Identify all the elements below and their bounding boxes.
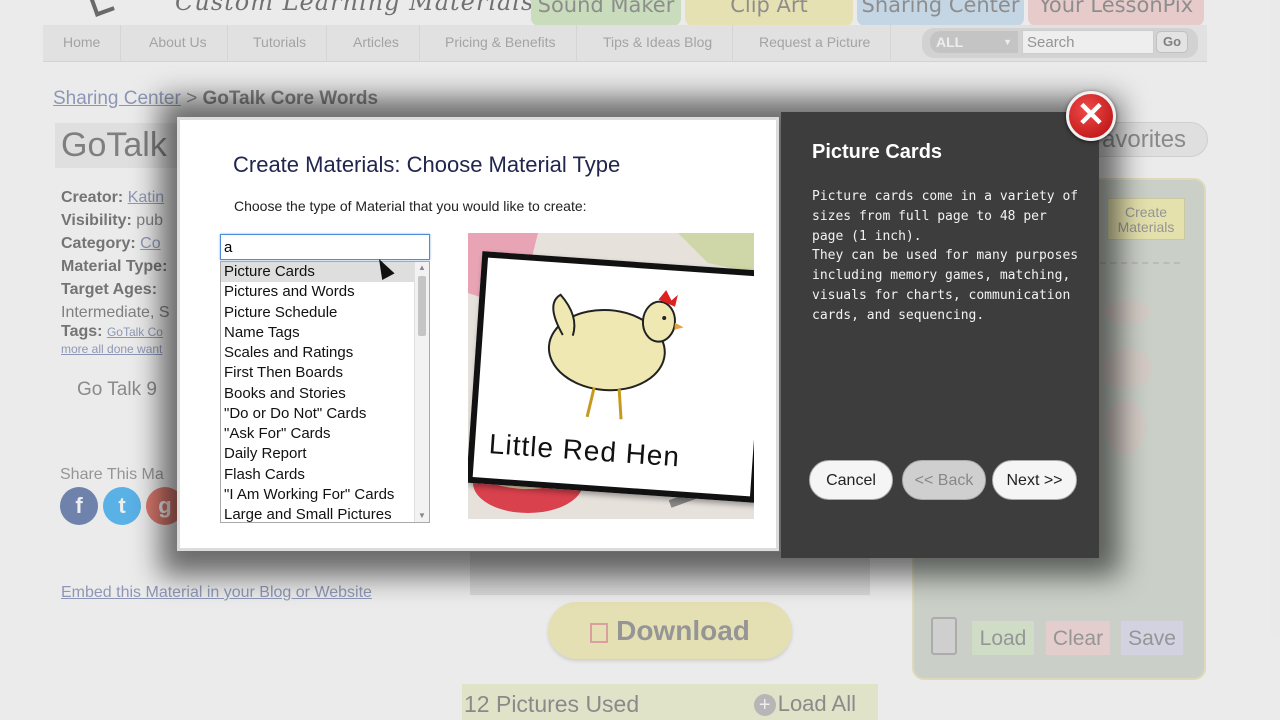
material-type-dialog: Create Materials: Choose Material Type C… [177,117,779,551]
material-type-filter-input[interactable] [220,234,430,260]
list-scrollbar[interactable]: ▲ ▼ [414,262,429,522]
dialog-title: Create Materials: Choose Material Type [233,152,621,177]
material-type-option[interactable]: "Do or Do Not" Cards [221,404,429,424]
material-type-option[interactable]: Daily Report [221,444,429,464]
material-type-option[interactable]: Pictures and Words [221,282,429,302]
material-type-option[interactable]: "Ask For" Cards [221,424,429,444]
material-type-option[interactable]: First Then Boards [221,363,429,383]
material-info-title: Picture Cards [812,141,943,163]
scroll-thumb[interactable] [418,276,426,336]
back-button[interactable]: << Back [902,460,986,500]
material-info-description: Picture cards come in a variety of sizes… [812,187,1082,326]
close-icon: ✕ [1076,96,1106,134]
scroll-up-icon[interactable]: ▲ [415,262,429,274]
material-preview-image: Little Red Hen [468,233,754,519]
next-button[interactable]: Next >> [992,460,1077,500]
hen-icon [547,290,684,420]
material-type-option[interactable]: Scales and Ratings [221,343,429,363]
material-type-option[interactable]: Picture Cards [221,262,429,283]
cancel-button[interactable]: Cancel [809,460,893,500]
material-type-list[interactable]: Picture Cards Pictures and Words Picture S… [220,261,430,523]
material-type-option[interactable]: Books and Stories [221,384,429,404]
dialog-instruction: Choose the type of Material that you wou… [234,198,587,214]
material-type-option[interactable]: Picture Schedule [221,303,429,323]
scroll-down-icon[interactable]: ▼ [415,510,429,522]
material-info-paragraph: Picture cards come in a variety of sizes… [812,189,1079,244]
material-type-option[interactable]: "I Am Working For" Cards [221,485,429,505]
close-dialog-button[interactable]: ✕ [1066,91,1116,141]
material-info-paragraph: They can be used for many purposes inclu… [812,248,1079,323]
material-type-option[interactable]: Flash Cards [221,465,429,485]
material-type-option[interactable]: Name Tags [221,323,429,343]
picture-card-caption: Little Red Hen [487,428,682,473]
material-info-panel: Picture Cards Picture cards come in a va… [781,112,1099,558]
material-type-option[interactable]: Large and Small Pictures [221,505,429,522]
picture-card-sample: Little Red Hen [468,251,754,503]
